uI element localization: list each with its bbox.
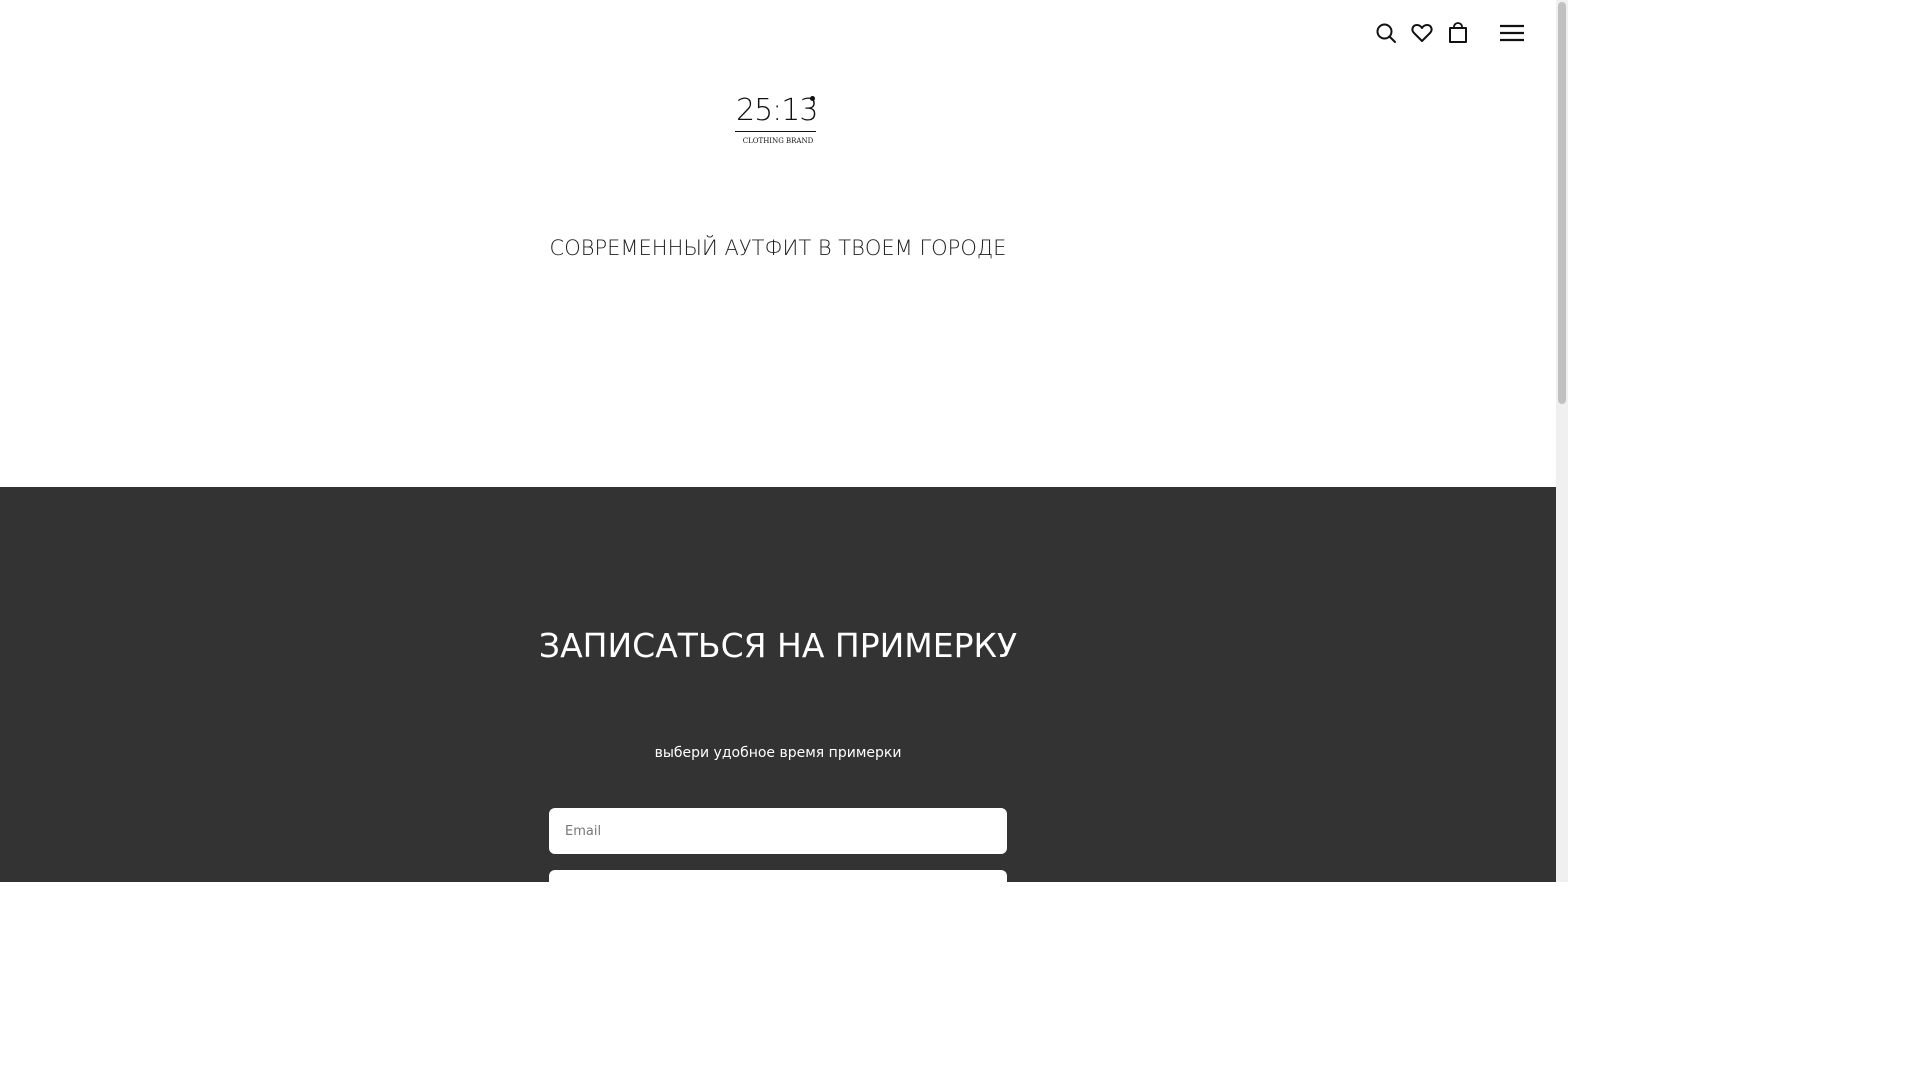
bag-icon[interactable]	[1444, 19, 1472, 47]
logo-digits: 25:13	[736, 93, 818, 128]
logo-divider	[735, 131, 816, 132]
brand-logo[interactable]: 25:13 CLOTHING BRAND	[728, 92, 824, 152]
logo-dot	[810, 96, 815, 101]
signup-section: ЗАПИСАТЬСЯ НА ПРИМЕРКУ выбери удобное вр…	[0, 487, 1556, 882]
signup-subtitle: выбери удобное время примерки	[654, 745, 902, 761]
scrollbar[interactable]	[1556, 0, 1568, 882]
search-icon[interactable]	[1372, 19, 1400, 47]
form-field[interactable]	[549, 870, 1007, 882]
menu-icon[interactable]	[1497, 20, 1527, 46]
hero-title: СОВРЕМЕННЫЙ АУТФИТ В ТВОЕМ ГОРОДЕ	[549, 236, 1007, 260]
logo-subtitle: CLOTHING BRAND	[742, 137, 814, 145]
signup-title: ЗАПИСАТЬСЯ НА ПРИМЕРКУ	[538, 626, 1018, 665]
header-icons	[1372, 18, 1480, 48]
heart-icon[interactable]	[1408, 19, 1436, 47]
page: 25:13 CLOTHING BRAND СОВРЕМЕННЫЙ АУТФИТ …	[0, 0, 1568, 882]
email-field[interactable]	[549, 808, 1007, 854]
scrollbar-thumb[interactable]	[1558, 2, 1566, 404]
